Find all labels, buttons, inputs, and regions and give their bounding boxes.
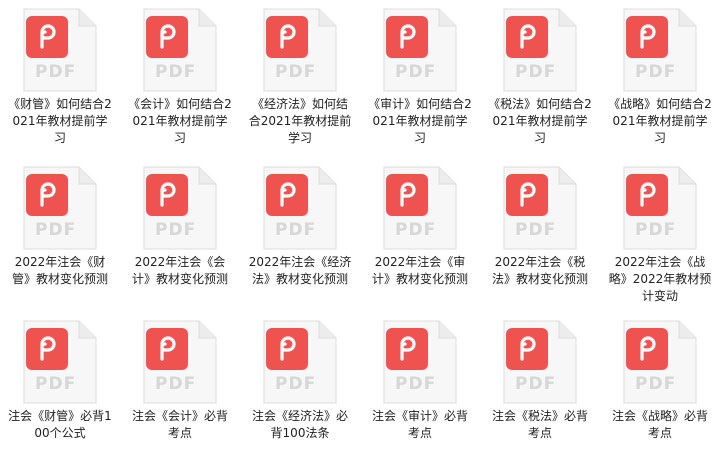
pdf-type-label: PDF <box>515 374 557 394</box>
file-item[interactable]: PDF 注会《审计》必背考点 <box>360 312 480 451</box>
file-name: 注会《经济法》必背100法条 <box>251 409 348 440</box>
pdf-type-label: PDF <box>515 220 557 240</box>
pdf-type-label: PDF <box>275 220 317 240</box>
file-name: 《会计》如何结合2021年教材提前学习 <box>128 97 232 145</box>
pdf-file-icon: PDF <box>143 320 217 404</box>
pdf-badge <box>626 16 668 58</box>
pdf-type-label: PDF <box>275 62 317 82</box>
pdf-badge <box>26 328 68 370</box>
pdf-badge <box>386 16 428 58</box>
pdf-badge <box>506 174 548 216</box>
file-name: 2022年注会《财管》教材变化预测 <box>11 255 108 286</box>
file-item[interactable]: PDF 《税法》如何结合2021年教材提前学习 <box>480 0 600 158</box>
pdf-badge <box>386 328 428 370</box>
pdf-file-icon: PDF <box>503 320 577 404</box>
pdf-badge <box>146 174 188 216</box>
file-name: 2022年注会《审计》教材变化预测 <box>371 255 468 286</box>
pdf-type-label: PDF <box>635 220 677 240</box>
pdf-type-label: PDF <box>155 374 197 394</box>
pdf-file-icon: PDF <box>23 166 97 250</box>
file-name: 2022年注会《战略》2022年教材预计变动 <box>608 255 712 303</box>
pdf-file-icon: PDF <box>383 320 457 404</box>
pdf-type-label: PDF <box>275 374 317 394</box>
pdf-file-icon: PDF <box>143 8 217 92</box>
pdf-file-icon: PDF <box>623 320 697 404</box>
pdf-badge <box>386 174 428 216</box>
file-item[interactable]: PDF 《经济法》如何结合2021年教材提前学习 <box>240 0 360 158</box>
file-name: 《审计》如何结合2021年教材提前学习 <box>368 97 472 145</box>
file-item[interactable]: PDF 2022年注会《战略》2022年教材预计变动 <box>600 158 719 312</box>
file-name: 2022年注会《税法》教材变化预测 <box>491 255 588 286</box>
file-name: 注会《战略》必背考点 <box>611 409 708 440</box>
pdf-badge <box>146 16 188 58</box>
file-item[interactable]: PDF 《审计》如何结合2021年教材提前学习 <box>360 0 480 158</box>
file-item[interactable]: PDF 注会《财管》必背100个公式 <box>0 312 120 451</box>
pdf-file-icon: PDF <box>263 8 337 92</box>
pdf-type-label: PDF <box>35 220 77 240</box>
file-item[interactable]: PDF 注会《会计》必背考点 <box>120 312 240 451</box>
file-item[interactable]: PDF 《会计》如何结合2021年教材提前学习 <box>120 0 240 158</box>
file-item[interactable]: PDF 2022年注会《税法》教材变化预测 <box>480 158 600 312</box>
file-name: 2022年注会《会计》教材变化预测 <box>131 255 228 286</box>
pdf-badge <box>626 174 668 216</box>
file-item[interactable]: PDF 《财管》如何结合2021年教材提前学习 <box>0 0 120 158</box>
file-name: 《税法》如何结合2021年教材提前学习 <box>488 97 592 145</box>
file-name: 注会《审计》必背考点 <box>371 409 468 440</box>
pdf-file-icon: PDF <box>503 8 577 92</box>
pdf-badge <box>626 328 668 370</box>
pdf-badge <box>146 328 188 370</box>
pdf-file-icon: PDF <box>623 8 697 92</box>
file-item[interactable]: PDF 2022年注会《审计》教材变化预测 <box>360 158 480 312</box>
pdf-file-icon: PDF <box>623 166 697 250</box>
pdf-badge <box>506 16 548 58</box>
file-name: 注会《财管》必背100个公式 <box>8 409 112 440</box>
file-item[interactable]: PDF 注会《战略》必背考点 <box>600 312 719 451</box>
pdf-type-label: PDF <box>35 62 77 82</box>
pdf-badge <box>26 174 68 216</box>
pdf-file-icon: PDF <box>23 320 97 404</box>
file-name: 《战略》如何结合2021年教材提前学习 <box>608 97 712 145</box>
pdf-badge <box>26 16 68 58</box>
pdf-badge <box>506 328 548 370</box>
file-item[interactable]: PDF 2022年注会《经济法》教材变化预测 <box>240 158 360 312</box>
pdf-type-label: PDF <box>395 374 437 394</box>
pdf-file-icon: PDF <box>383 166 457 250</box>
pdf-type-label: PDF <box>635 374 677 394</box>
file-item[interactable]: PDF 注会《税法》必背考点 <box>480 312 600 451</box>
pdf-type-label: PDF <box>395 62 437 82</box>
pdf-type-label: PDF <box>635 62 677 82</box>
pdf-file-icon: PDF <box>23 8 97 92</box>
pdf-file-icon: PDF <box>503 166 577 250</box>
file-name: 《财管》如何结合2021年教材提前学习 <box>8 97 112 145</box>
pdf-file-icon: PDF <box>263 320 337 404</box>
pdf-type-label: PDF <box>155 220 197 240</box>
pdf-type-label: PDF <box>155 62 197 82</box>
pdf-type-label: PDF <box>35 374 77 394</box>
file-item[interactable]: PDF 2022年注会《会计》教材变化预测 <box>120 158 240 312</box>
pdf-file-icon: PDF <box>143 166 217 250</box>
pdf-file-icon: PDF <box>383 8 457 92</box>
file-grid: PDF 《财管》如何结合2021年教材提前学习 PDF 《会计》如何结合2021… <box>0 0 719 451</box>
file-name: 注会《会计》必背考点 <box>131 409 228 440</box>
file-item[interactable]: PDF 注会《经济法》必背100法条 <box>240 312 360 451</box>
file-item[interactable]: PDF 《战略》如何结合2021年教材提前学习 <box>600 0 719 158</box>
file-name: 《经济法》如何结合2021年教材提前学习 <box>248 97 352 145</box>
file-name: 注会《税法》必背考点 <box>491 409 588 440</box>
file-name: 2022年注会《经济法》教材变化预测 <box>248 255 352 286</box>
pdf-file-icon: PDF <box>263 166 337 250</box>
pdf-badge <box>266 328 308 370</box>
pdf-badge <box>266 16 308 58</box>
pdf-type-label: PDF <box>515 62 557 82</box>
pdf-badge <box>266 174 308 216</box>
pdf-type-label: PDF <box>395 220 437 240</box>
file-item[interactable]: PDF 2022年注会《财管》教材变化预测 <box>0 158 120 312</box>
